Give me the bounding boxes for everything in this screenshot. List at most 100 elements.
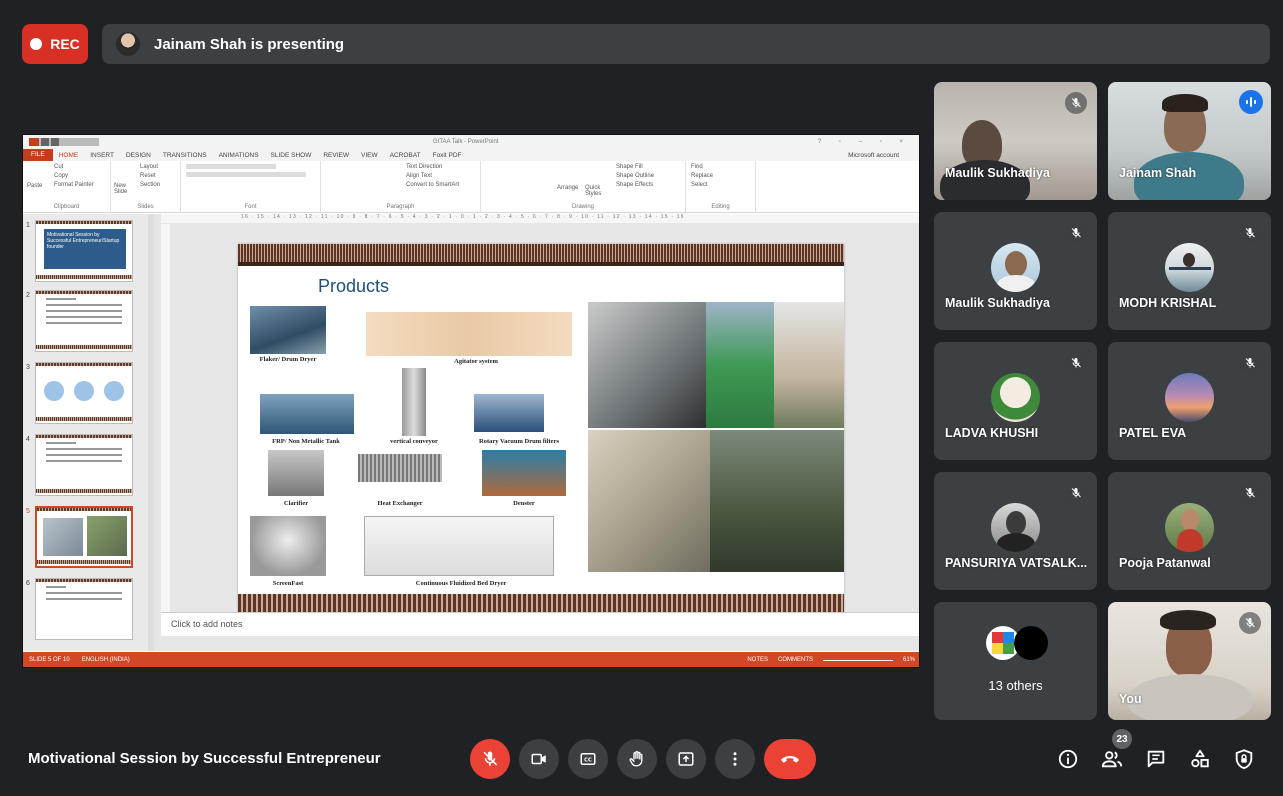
ppt-account: Microsoft account — [848, 151, 899, 159]
camera-toggle-button[interactable] — [519, 739, 559, 779]
shield-lock-icon — [1235, 749, 1253, 770]
captions-button[interactable]: CC — [568, 739, 608, 779]
window-controls: ? ▫ – ▫ × — [817, 139, 911, 145]
mic-off-icon — [1239, 222, 1261, 244]
avatar — [991, 373, 1040, 422]
ppt-workspace: 1 Motivational Session by Successful Ent… — [23, 214, 919, 651]
caption-rotary: Rotary Vacuum Drum filters — [479, 438, 559, 445]
replace-button: Replace — [691, 173, 714, 179]
ribbon-paragraph: Text Direction Align Text Convert to Sma… — [321, 161, 481, 212]
recording-dot-icon — [30, 38, 43, 50]
more-icon — [733, 752, 737, 766]
mic-off-icon — [1239, 612, 1261, 634]
ribbon-group-label: Editing — [711, 204, 730, 210]
participant-tile-active[interactable]: Jainam Shah — [1108, 82, 1271, 200]
tab-transitions: TRANSITIONS — [162, 151, 207, 159]
participant-tile[interactable]: PATEL EVA — [1108, 342, 1271, 460]
language-indicator: ENGLISH (INDIA) — [81, 656, 130, 663]
thumb-number: 3 — [26, 364, 30, 371]
text-direction-button: Text Direction — [406, 164, 443, 170]
mic-off-icon — [1065, 92, 1087, 114]
participant-name: LADVA KHUSHI — [945, 426, 1039, 440]
tab-acrobat: ACROBAT — [389, 151, 421, 159]
notes-toggle: NOTES — [747, 656, 768, 663]
tab-review: REVIEW — [323, 151, 350, 159]
ppt-ribbon-tabs: FILE HOME INSERT DESIGN TRANSITIONS ANIM… — [23, 149, 919, 161]
ppt-statusbar: SLIDE 5 OF 10 ENGLISH (INDIA) NOTES COMM… — [23, 652, 919, 667]
tab-file: FILE — [23, 149, 53, 161]
layout-button: Layout — [140, 164, 159, 170]
participant-name: PATEL EVA — [1119, 426, 1187, 440]
copy-button: Copy — [54, 173, 69, 179]
end-call-icon — [781, 756, 799, 763]
shared-screen[interactable]: GITAA Talk - PowerPoint ? ▫ – ▫ × FILE H… — [22, 134, 920, 668]
participant-tile[interactable]: Pooja Patanwal — [1108, 472, 1271, 590]
participant-tile[interactable]: MODH KRISHAL — [1108, 212, 1271, 330]
thumb-number: 1 — [26, 222, 30, 229]
tab-animations: ANIMATIONS — [218, 151, 259, 159]
avatar — [1165, 243, 1214, 292]
ppt-titlebar: GITAA Talk - PowerPoint ? ▫ – ▫ × — [23, 135, 919, 149]
presenter-text: Jainam Shah is presenting — [154, 35, 345, 53]
mic-off-icon — [483, 751, 498, 766]
blower-photo — [588, 302, 706, 428]
slide-thumbnail — [35, 578, 133, 640]
present-now-button[interactable] — [666, 739, 706, 779]
people-button[interactable] — [1100, 747, 1124, 771]
ribbon-editing: Find Replace Select Editing — [686, 161, 756, 212]
chat-button[interactable] — [1144, 747, 1168, 771]
more-options-button[interactable] — [715, 739, 755, 779]
clarifier-image — [268, 450, 324, 496]
mic-toggle-button[interactable] — [470, 739, 510, 779]
caption-screen: ScreenFast — [272, 580, 304, 587]
thumb-number: 6 — [26, 580, 30, 587]
tab-insert: INSERT — [90, 151, 114, 159]
caption-agitator: Agitator system — [454, 358, 498, 365]
participant-tile[interactable]: PANSURIYA VATSALK... — [934, 472, 1097, 590]
participant-name: You — [1119, 692, 1142, 706]
ribbon-drawing: Shape Fill Shape Outline Shape Effects A… — [481, 161, 686, 212]
slide-counter: SLIDE 5 OF 10 — [29, 656, 70, 663]
participant-tile-others[interactable]: 13 others — [934, 602, 1097, 720]
notes-pane: Click to add notes — [161, 612, 919, 636]
new-slide-button: New Slide — [114, 183, 128, 195]
ribbon-font: Font — [181, 161, 321, 212]
caption-denster: Denster — [513, 500, 535, 507]
raise-hand-button[interactable] — [617, 739, 657, 779]
mic-off-icon — [1239, 352, 1261, 374]
ribbon-group-label: Drawing — [571, 204, 594, 210]
participant-count-badge: 23 — [1112, 729, 1132, 749]
host-controls-button[interactable] — [1232, 747, 1256, 771]
reset-button: Reset — [140, 173, 156, 179]
vertical-ruler — [161, 224, 170, 612]
slide-thumbnail: Motivational Session by Successful Entre… — [35, 220, 133, 282]
avatar — [1014, 626, 1048, 660]
frp-tank-image — [260, 394, 354, 434]
participant-tile[interactable]: Maulik Sukhadiya — [934, 82, 1097, 200]
recording-indicator: REC — [22, 24, 88, 64]
frp-pipes-photo — [588, 430, 710, 572]
format-painter-button: Format Painter — [54, 182, 94, 188]
activities-button[interactable] — [1188, 747, 1212, 771]
align-text-button: Align Text — [406, 173, 432, 179]
speaking-indicator-icon — [1239, 90, 1263, 114]
arrange-button: Arrange — [557, 185, 579, 191]
ribbon-group-label: Clipboard — [53, 204, 80, 210]
flaker-image — [250, 306, 326, 354]
cut-button: Cut — [54, 164, 64, 170]
participant-tile[interactable]: Maulik Sukhadiya — [934, 212, 1097, 330]
slide-thumbnails: 1 Motivational Session by Successful Ent… — [23, 214, 154, 651]
quick-access-toolbar — [29, 138, 99, 146]
people-icon — [1101, 751, 1123, 768]
conveyor-image — [402, 368, 426, 436]
shape-fill-button: Shape Fill — [616, 164, 643, 170]
meeting-details-button[interactable] — [1056, 747, 1080, 771]
ribbon-clipboard: Paste Cut Copy Format Painter Clipboard — [23, 161, 111, 212]
mic-off-icon — [1065, 222, 1087, 244]
participant-tile[interactable]: LADVA KHUSHI — [934, 342, 1097, 460]
rotary-filter-image — [474, 394, 544, 432]
participant-name: PANSURIYA VATSALK... — [945, 556, 1088, 570]
participant-tile-self[interactable]: You — [1108, 602, 1271, 720]
end-call-button[interactable] — [764, 739, 816, 779]
participant-name: MODH KRISHAL — [1119, 296, 1217, 310]
